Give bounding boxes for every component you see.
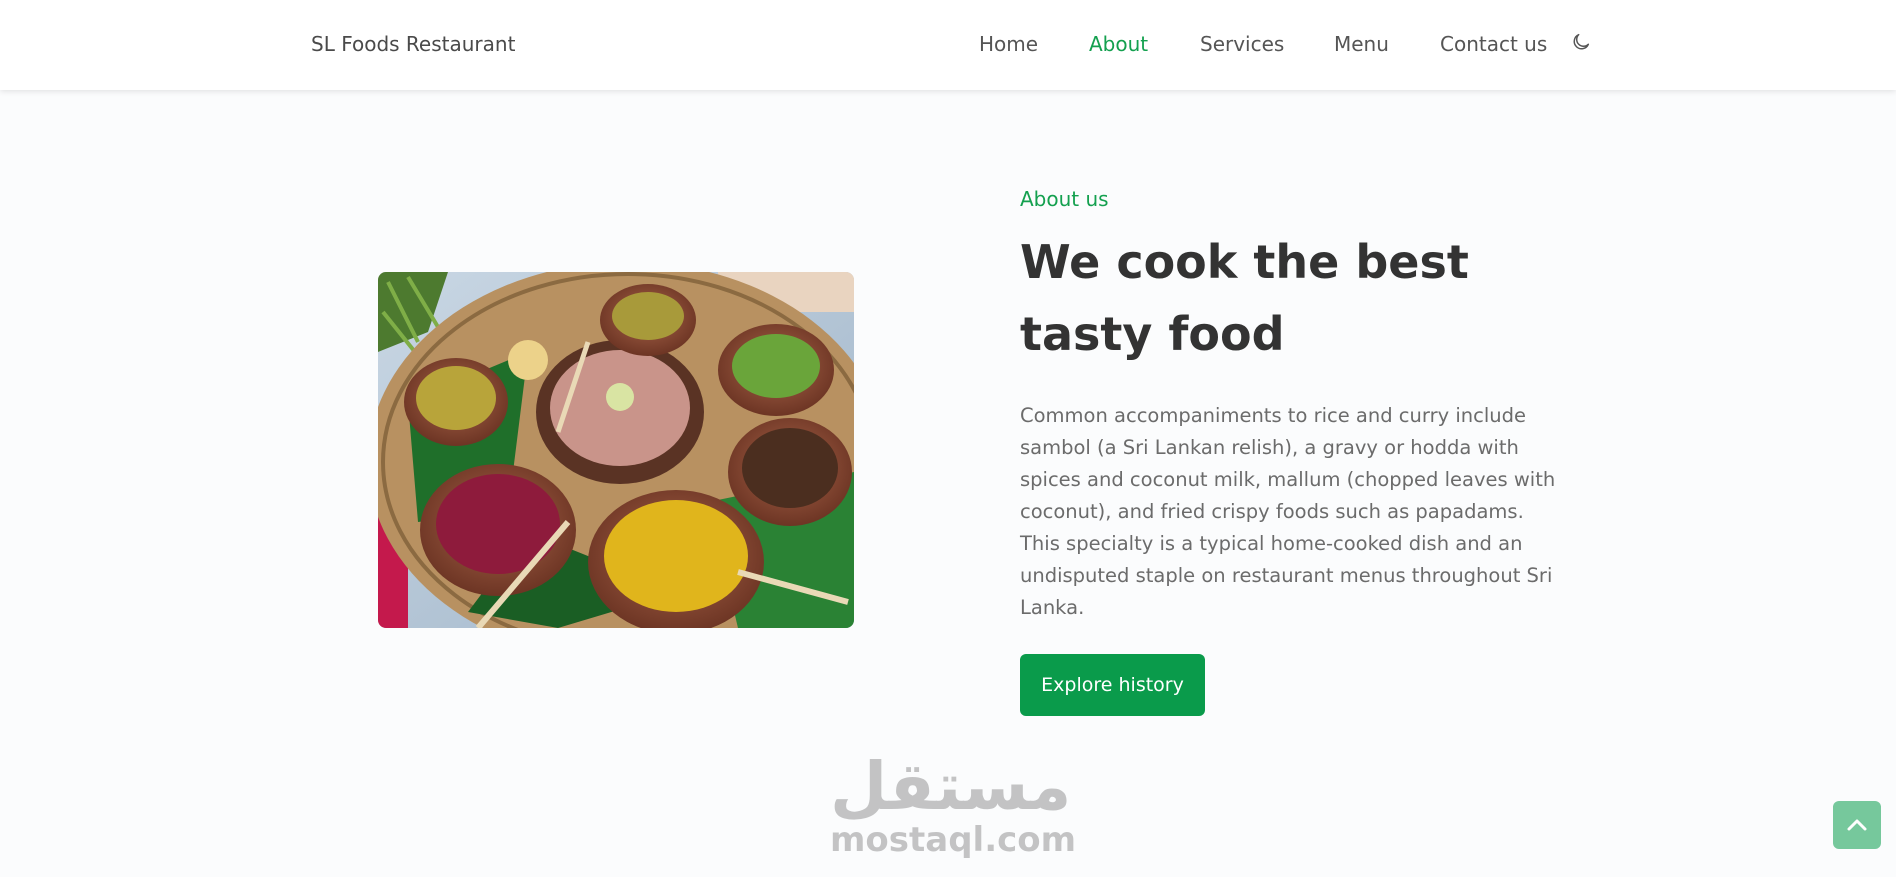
section-headline: We cook the best tasty food (1020, 235, 1469, 361)
watermark-latin: mostaql.com (830, 820, 1077, 860)
nav-contact-us[interactable]: Contact us (1440, 32, 1547, 56)
scroll-to-top-button[interactable] (1833, 801, 1881, 849)
rice-and-curry-photo (378, 272, 854, 628)
watermark-logo: مستقل mostaql.com (830, 748, 1077, 864)
nav-home[interactable]: Home (979, 32, 1038, 56)
chevron-up-icon (1833, 819, 1881, 852)
watermark-arabic: مستقل (830, 748, 1072, 825)
section-eyebrow: About us (1020, 187, 1109, 211)
section-body: Common accompaniments to rice and curry … (1020, 404, 1556, 619)
moon-icon[interactable] (1570, 31, 1592, 53)
nav-about[interactable]: About (1089, 32, 1148, 56)
site-header: SL Foods Restaurant Home About Services … (0, 0, 1896, 90)
nav-services[interactable]: Services (1200, 32, 1284, 56)
nav-menu[interactable]: Menu (1334, 32, 1389, 56)
explore-history-button[interactable]: Explore history (1020, 654, 1205, 716)
main-nav: Home About Services Menu Contact us (0, 32, 1896, 62)
